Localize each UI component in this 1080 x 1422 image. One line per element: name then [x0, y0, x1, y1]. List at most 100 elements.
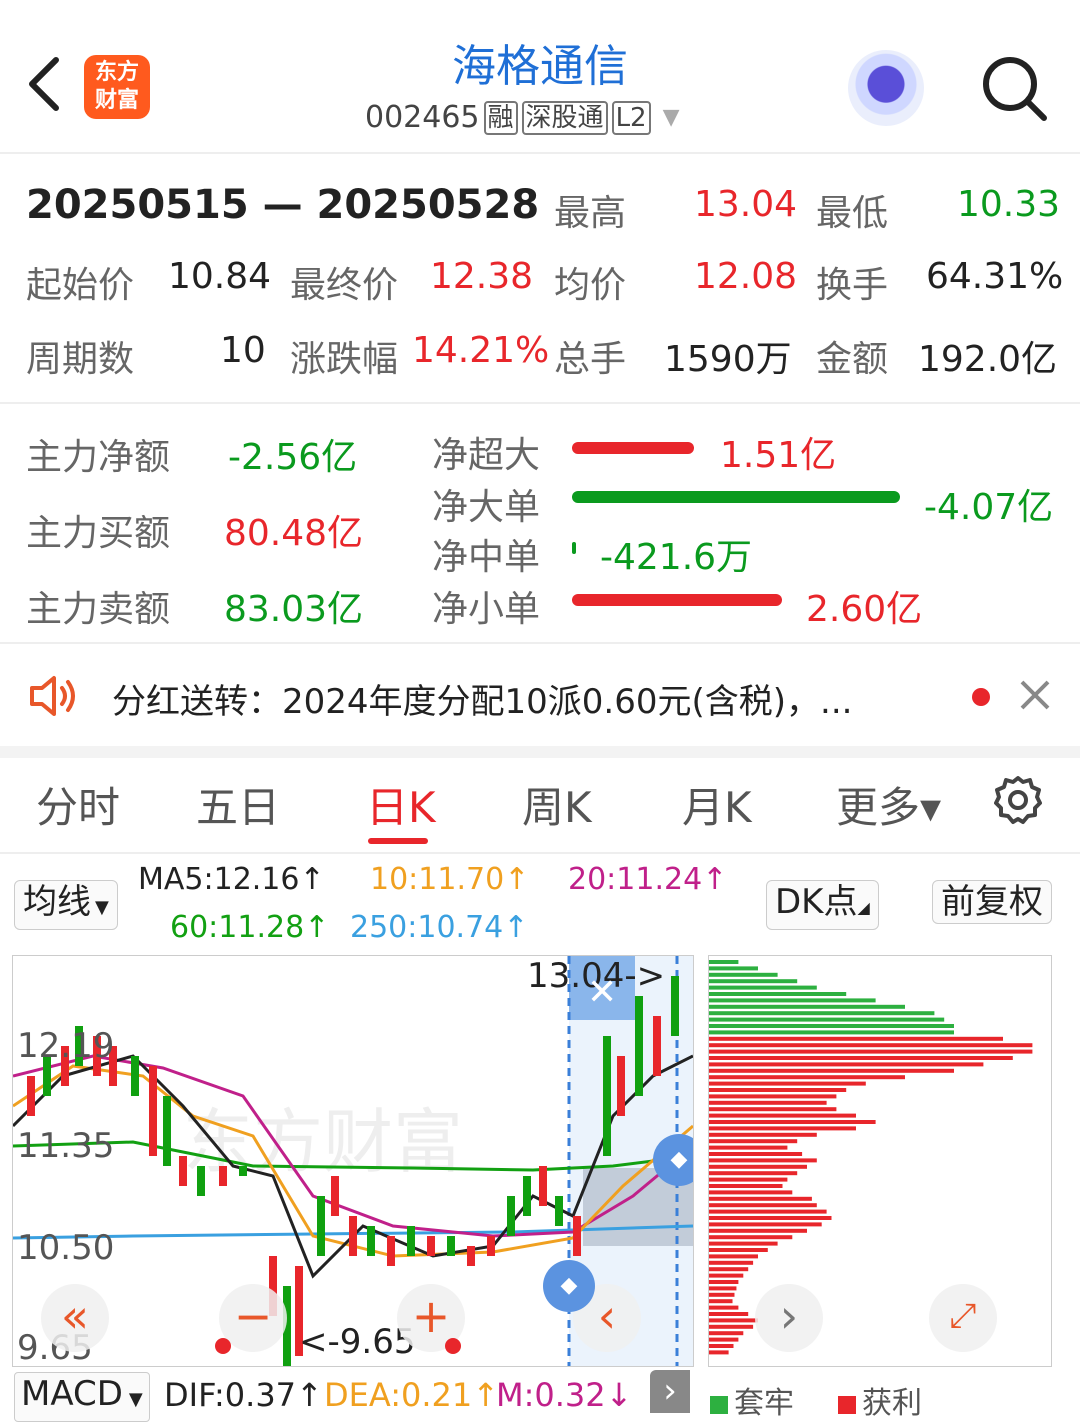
chip-bar — [709, 960, 739, 964]
net-small-value: 2.60亿 — [806, 589, 923, 630]
chip-bar — [709, 1107, 837, 1112]
chip-bar — [709, 1139, 798, 1144]
tab-intraday[interactable]: 分时 — [36, 774, 120, 835]
chip-bar — [709, 1075, 905, 1080]
close-value: 12.38 — [430, 256, 534, 297]
tag-level2: L2 — [611, 100, 651, 135]
range-handle-left[interactable]: ◆ — [543, 1260, 595, 1312]
chip-bar — [709, 1196, 812, 1201]
caret-down-icon: ▼ — [128, 1389, 143, 1410]
price-adjust-button[interactable]: 前复权 — [932, 880, 1052, 924]
expand-right-icon[interactable]: › — [755, 1284, 823, 1352]
chip-bar — [709, 1036, 1003, 1041]
chip-bar — [709, 1100, 827, 1105]
price-label-low: 10.50 — [17, 1228, 115, 1268]
tab-more[interactable]: 更多▾ — [836, 774, 941, 835]
tab-five-day[interactable]: 五日 — [196, 774, 280, 835]
chip-bar — [709, 972, 778, 977]
main-buy-value: 80.48亿 — [224, 513, 364, 554]
robot-assistant-icon[interactable] — [848, 50, 924, 126]
date-range: 20250515 — 20250528 — [26, 182, 540, 228]
chip-bar — [709, 1081, 866, 1086]
candle — [447, 1236, 455, 1256]
divider — [0, 402, 1080, 404]
search-icon[interactable] — [978, 52, 1050, 124]
candle — [671, 976, 679, 1036]
scroll-left-icon[interactable]: « — [41, 1284, 109, 1352]
close-icon[interactable] — [1018, 678, 1052, 716]
avg-label: 均价 — [554, 265, 627, 306]
candle — [179, 1156, 187, 1186]
gear-icon[interactable] — [992, 774, 1044, 830]
chip-bar — [709, 1171, 798, 1176]
chip-bar — [709, 1267, 749, 1272]
legend-trapped-label: 套牢 — [734, 1386, 794, 1421]
macd-selector[interactable]: MACD ▼ — [14, 1372, 150, 1422]
chip-bar — [709, 1260, 754, 1265]
ma-selector[interactable]: 均线 ▼ — [14, 880, 118, 930]
candle — [197, 1166, 205, 1196]
dk-point-label: DK点 — [775, 882, 858, 922]
chip-bar — [709, 992, 847, 996]
main-net-label: 主力净额 — [26, 437, 171, 478]
low-label: 最低 — [816, 193, 889, 234]
chip-bar — [709, 1286, 737, 1291]
candle — [131, 1056, 139, 1096]
tab-daily-k[interactable]: 日K — [366, 774, 436, 835]
low-value: 10.33 — [957, 184, 1061, 225]
chip-bar — [709, 1305, 739, 1310]
chip-bar — [709, 1273, 744, 1278]
tab-weekly-k[interactable]: 周K — [522, 774, 592, 835]
net-large-bar — [572, 491, 900, 503]
candle — [507, 1196, 515, 1236]
ma5-label: MA5:12.16↑ — [138, 862, 325, 897]
candle — [427, 1236, 435, 1256]
caret-down-icon: ▼ — [95, 897, 109, 918]
fullscreen-icon[interactable]: ⤢ — [929, 1284, 997, 1352]
main-sell-label: 主力卖额 — [26, 589, 171, 630]
chip-bar — [709, 1350, 729, 1355]
turnover-label: 换手 — [816, 265, 889, 306]
chip-bar — [709, 1017, 945, 1022]
close-range-icon[interactable]: ✕ — [587, 972, 617, 1013]
chip-bar — [709, 1344, 734, 1348]
candle — [555, 1196, 563, 1226]
notice-bar[interactable]: 分红送转：2024年度分配10派0.60元(含税)，... — [0, 644, 1080, 748]
kline-chart[interactable]: 东方财富 12.19 11.35 10.50 9.65 13.04-> <-9.… — [12, 955, 694, 1367]
macd-m: M:0.32↓ — [496, 1376, 633, 1414]
dk-point-button[interactable]: DK点◢ — [766, 880, 879, 930]
candle — [317, 1196, 325, 1256]
chip-bar — [709, 1203, 817, 1208]
candle — [487, 1236, 495, 1256]
corner-triangle-icon: ◢ — [857, 898, 870, 917]
divider — [0, 852, 1080, 854]
legend-profit: 获利 — [838, 1378, 922, 1422]
amount-value: 192.0亿 — [918, 339, 1058, 380]
ma250-label: 250:10.74↑ — [350, 910, 529, 945]
candle — [331, 1176, 339, 1216]
volume-label: 总手 — [554, 339, 627, 380]
chip-bar — [709, 1062, 984, 1067]
chip-bar — [709, 1299, 733, 1304]
chip-bar — [709, 1145, 788, 1150]
net-small-label: 净小单 — [432, 589, 541, 630]
high-value: 13.04 — [694, 184, 798, 225]
chip-bar — [709, 1158, 817, 1163]
chevron-down-icon: ▼ — [662, 105, 680, 130]
ma60-label: 60:11.28↑ — [170, 910, 330, 945]
notice-text: 分红送转：2024年度分配10派0.60元(含税)，... — [112, 682, 853, 722]
main-sell-value: 83.03亿 — [224, 589, 364, 630]
price-label-high: 12.19 — [17, 1026, 115, 1066]
avg-value: 12.08 — [694, 256, 798, 297]
candle — [219, 1166, 227, 1186]
stock-code-line[interactable]: 002465 融 深股通 L2 ▼ — [365, 100, 680, 135]
chip-bar — [709, 1043, 1033, 1048]
tab-monthly-k[interactable]: 月K — [682, 774, 752, 835]
net-super-bar — [572, 442, 694, 454]
chip-bar — [709, 1030, 954, 1035]
chip-bar — [709, 1228, 807, 1233]
open-value: 10.84 — [168, 256, 272, 297]
chip-bar — [709, 1049, 1033, 1054]
section-gap — [0, 746, 1080, 758]
macd-next-icon[interactable]: › — [650, 1370, 690, 1413]
